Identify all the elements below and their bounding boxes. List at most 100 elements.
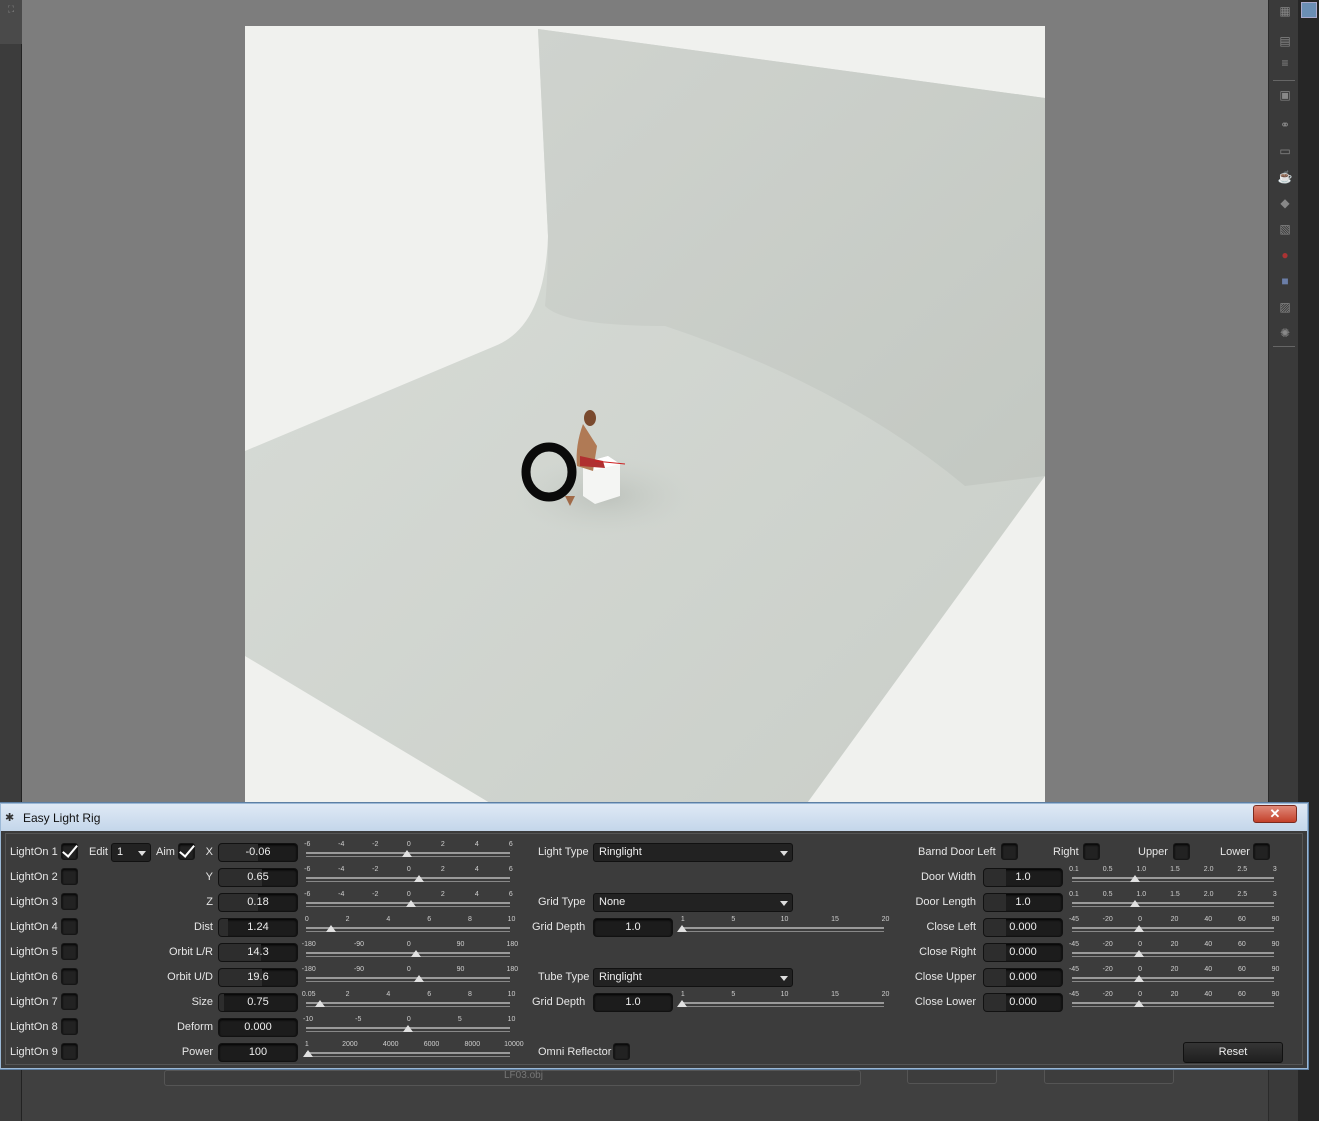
viewport-icon[interactable]: ▣ <box>1277 88 1293 102</box>
door-param-slider-track[interactable] <box>1072 902 1274 904</box>
material-sphere-icon[interactable]: ● <box>1277 248 1293 262</box>
param-field[interactable]: 14.3 <box>218 943 298 962</box>
param-field[interactable]: 1.24 <box>218 918 298 937</box>
omni-reflector-checkbox[interactable] <box>613 1043 630 1060</box>
door-param-field[interactable]: 1.0 <box>983 893 1063 912</box>
door-param-slider[interactable]: 0.1 0.5 1.0 1.5 2.0 2.5 3 <box>1069 866 1277 888</box>
barn-door-upper-checkbox[interactable] <box>1173 843 1190 860</box>
param-slider[interactable]: 1 2000 4000 6000 8000 10000 <box>303 1041 524 1063</box>
panel-tab-icon[interactable] <box>1301 2 1317 18</box>
param-slider[interactable]: -180 -90 0 90 180 <box>302 966 518 988</box>
door-param-slider-thumb[interactable] <box>1129 900 1140 907</box>
param-slider-thumb[interactable] <box>326 925 337 932</box>
door-param-field[interactable]: 0.000 <box>983 943 1063 962</box>
link-icon[interactable]: ⚭ <box>1277 118 1293 132</box>
param-slider[interactable]: -6 -4 -2 0 2 4 6 <box>304 891 513 913</box>
render-settings-icon[interactable]: ▦ <box>1277 4 1293 18</box>
door-param-slider[interactable]: -45 -20 0 20 40 60 90 <box>1069 966 1279 988</box>
param-slider-track[interactable] <box>306 927 510 929</box>
door-param-field[interactable]: 1.0 <box>983 868 1063 887</box>
param-slider-track[interactable] <box>306 952 510 954</box>
render-view[interactable] <box>245 26 1045 806</box>
light-on-checkbox[interactable] <box>61 843 78 860</box>
param-slider[interactable]: -10 -5 0 5 10 <box>303 1016 515 1038</box>
light-on-checkbox[interactable] <box>61 968 78 985</box>
door-param-slider[interactable]: -45 -20 0 20 40 60 90 <box>1069 991 1279 1013</box>
param-slider-track[interactable] <box>306 1052 510 1054</box>
image-icon[interactable]: ▨ <box>1277 300 1293 314</box>
param-slider-thumb[interactable] <box>411 950 422 957</box>
door-param-slider-track[interactable] <box>1072 1002 1274 1004</box>
door-param-slider[interactable]: 0.1 0.5 1.0 1.5 2.0 2.5 3 <box>1069 891 1277 913</box>
reset-button[interactable]: Reset <box>1183 1042 1283 1063</box>
tube-depth-slider-track[interactable] <box>682 1002 884 1004</box>
tube-depth-slider-thumb[interactable] <box>677 1000 687 1007</box>
param-slider-thumb[interactable] <box>414 975 425 982</box>
param-slider-thumb[interactable] <box>401 850 412 857</box>
door-param-slider-track[interactable] <box>1072 977 1274 979</box>
node-box[interactable] <box>907 1068 997 1084</box>
node-graph[interactable]: LF03.obj <box>22 1068 1268 1121</box>
param-slider[interactable]: 0.05 2 4 6 8 10 <box>302 991 515 1013</box>
shapes-icon[interactable]: ◆ <box>1277 196 1293 210</box>
param-field[interactable]: -0.06 <box>218 843 298 862</box>
door-param-slider-thumb[interactable] <box>1129 875 1140 882</box>
param-slider-track[interactable] <box>306 877 510 879</box>
barn-door-right-checkbox[interactable] <box>1083 843 1100 860</box>
door-param-slider[interactable]: -45 -20 0 20 40 60 90 <box>1069 941 1279 963</box>
param-slider[interactable]: -180 -90 0 90 180 <box>302 941 518 963</box>
param-slider-thumb[interactable] <box>406 900 417 907</box>
param-field[interactable]: 100 <box>218 1043 298 1062</box>
door-param-field[interactable]: 0.000 <box>983 968 1063 987</box>
layers-icon[interactable]: ▤ <box>1277 34 1293 48</box>
light-type-select[interactable]: Ringlight <box>593 843 793 862</box>
param-slider[interactable]: -6 -4 -2 0 2 4 6 <box>304 841 513 863</box>
param-field[interactable]: 0.75 <box>218 993 298 1012</box>
light-on-checkbox[interactable] <box>61 1043 78 1060</box>
barn-door-left-checkbox[interactable] <box>1001 843 1018 860</box>
expand-icon[interactable]: ⛶ <box>0 0 22 44</box>
light-on-checkbox[interactable] <box>61 1018 78 1035</box>
close-button[interactable]: ✕ <box>1253 805 1297 823</box>
teapot-icon[interactable]: ☕ <box>1277 170 1293 184</box>
light-on-checkbox[interactable] <box>61 893 78 910</box>
cube-icon[interactable]: ■ <box>1277 274 1293 288</box>
grid-depth-field[interactable]: 1.0 <box>593 918 673 937</box>
door-param-field[interactable]: 0.000 <box>983 993 1063 1012</box>
dialog-titlebar[interactable]: ✱ Easy Light Rig ✕ <box>1 804 1307 831</box>
param-slider-thumb[interactable] <box>303 1050 314 1057</box>
param-field[interactable]: 0.65 <box>218 868 298 887</box>
grid-depth-slider[interactable]: 1 5 10 15 20 <box>677 916 889 938</box>
param-field[interactable]: 0.000 <box>218 1018 298 1037</box>
monitor-icon[interactable]: ▭ <box>1277 144 1293 158</box>
light-on-checkbox[interactable] <box>61 918 78 935</box>
light-on-checkbox[interactable] <box>61 943 78 960</box>
grid-depth-slider-track[interactable] <box>682 927 884 929</box>
param-field[interactable]: 0.18 <box>218 893 298 912</box>
light-on-checkbox[interactable] <box>61 993 78 1010</box>
grid-type-select[interactable]: None <box>593 893 793 912</box>
param-slider[interactable]: -6 -4 -2 0 2 4 6 <box>304 866 513 888</box>
light-icon[interactable]: ✺ <box>1277 326 1293 340</box>
param-slider[interactable]: 0 2 4 6 8 10 <box>305 916 515 938</box>
param-slider-thumb[interactable] <box>315 1000 326 1007</box>
tube-depth-field[interactable]: 1.0 <box>593 993 673 1012</box>
door-param-slider-track[interactable] <box>1072 877 1274 879</box>
door-param-slider[interactable]: -45 -20 0 20 40 60 90 <box>1069 916 1279 938</box>
param-slider-track[interactable] <box>306 1002 510 1004</box>
param-slider-track[interactable] <box>306 977 510 979</box>
tube-depth-slider[interactable]: 1 5 10 15 20 <box>677 991 889 1013</box>
door-param-slider-track[interactable] <box>1072 927 1274 929</box>
param-slider-thumb[interactable] <box>403 1025 413 1032</box>
door-param-slider-thumb[interactable] <box>1134 950 1145 957</box>
texture-icon[interactable]: ▧ <box>1277 222 1293 236</box>
param-slider-thumb[interactable] <box>414 875 425 882</box>
node-box[interactable] <box>1044 1068 1174 1084</box>
door-param-slider-thumb[interactable] <box>1134 1000 1145 1007</box>
light-on-checkbox[interactable] <box>61 868 78 885</box>
door-param-slider-track[interactable] <box>1072 952 1274 954</box>
door-param-field[interactable]: 0.000 <box>983 918 1063 937</box>
barn-door-lower-checkbox[interactable] <box>1253 843 1270 860</box>
grid-depth-slider-thumb[interactable] <box>677 925 687 932</box>
tube-type-select[interactable]: Ringlight <box>593 968 793 987</box>
